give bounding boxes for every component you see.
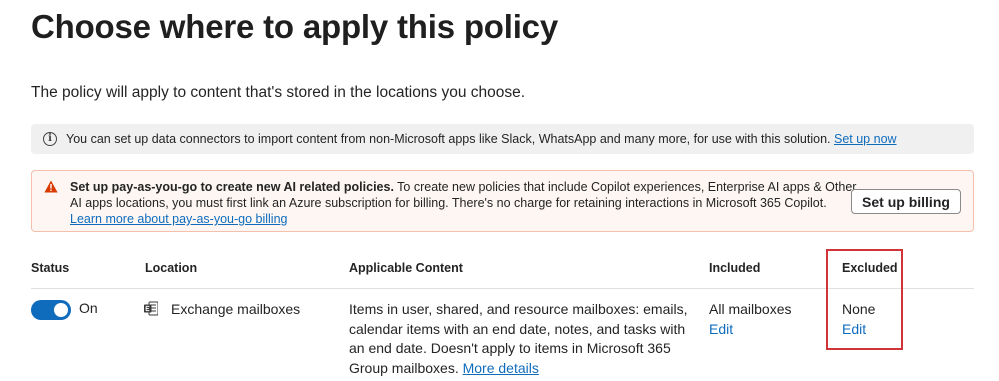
applicable-content: Items in user, shared, and resource mail… bbox=[349, 300, 694, 378]
pay-as-you-go-link[interactable]: Learn more about pay-as-you-go billing bbox=[70, 212, 288, 226]
header-location: Location bbox=[145, 261, 198, 275]
info-bar: i You can set up data connectors to impo… bbox=[31, 124, 974, 154]
warning-bar: Set up pay-as-you-go to create new AI re… bbox=[31, 170, 974, 232]
included-cell: All mailboxes Edit bbox=[709, 300, 791, 339]
info-text: You can set up data connectors to import… bbox=[66, 132, 897, 146]
more-details-link[interactable]: More details bbox=[463, 360, 539, 376]
status-label: On bbox=[79, 300, 98, 316]
toggle-knob bbox=[54, 303, 68, 317]
excluded-column-highlight bbox=[826, 249, 903, 350]
included-value: All mailboxes bbox=[709, 301, 792, 317]
warning-text: Set up pay-as-you-go to create new AI re… bbox=[70, 179, 860, 227]
header-status: Status bbox=[31, 261, 70, 275]
page-title: Choose where to apply this policy bbox=[31, 8, 558, 45]
set-up-billing-button[interactable]: Set up billing bbox=[851, 189, 961, 214]
location-name: Exchange mailboxes bbox=[171, 301, 301, 317]
warning-icon bbox=[44, 180, 58, 193]
page-subtitle: The policy will apply to content that's … bbox=[31, 84, 526, 101]
included-edit-link[interactable]: Edit bbox=[709, 320, 791, 340]
status-toggle[interactable] bbox=[31, 300, 71, 320]
header-included: Included bbox=[709, 261, 761, 275]
info-icon: i bbox=[43, 132, 57, 146]
warning-bold-text: Set up pay-as-you-go to create new AI re… bbox=[70, 180, 394, 194]
set-up-now-link[interactable]: Set up now bbox=[834, 132, 897, 146]
info-bar-text: You can set up data connectors to import… bbox=[66, 132, 831, 146]
header-applicable-content: Applicable Content bbox=[349, 261, 463, 275]
exchange-icon bbox=[144, 301, 158, 316]
